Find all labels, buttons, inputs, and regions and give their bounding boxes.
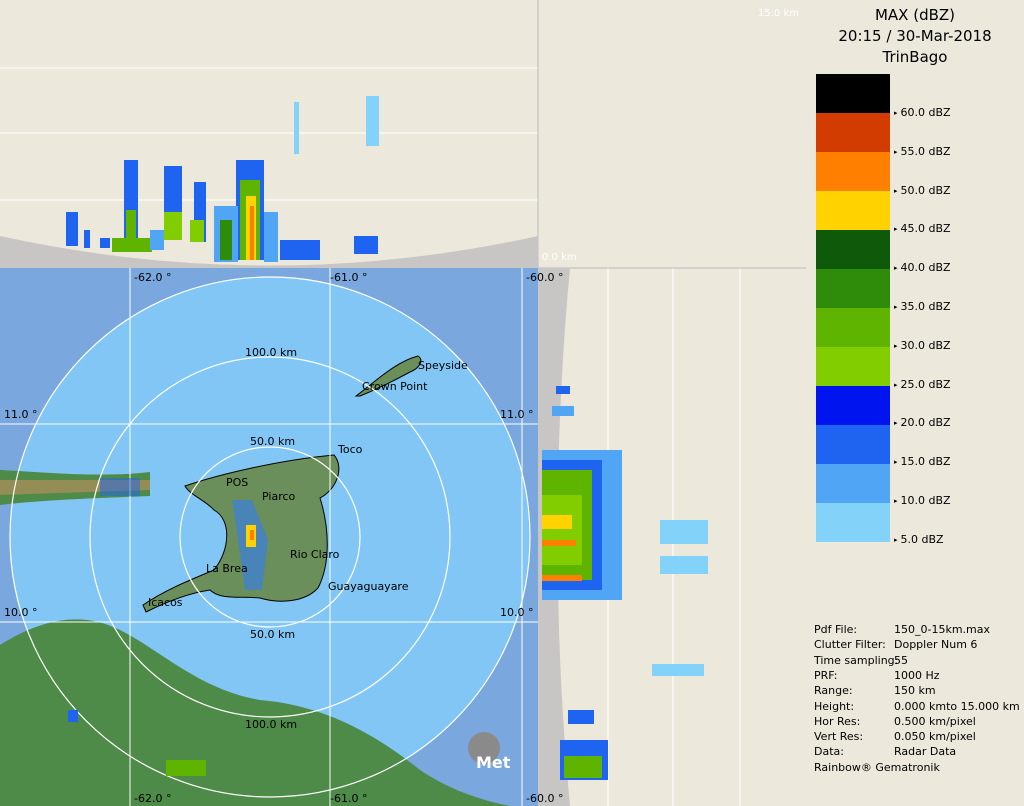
info-row: Clutter Filter: Doppler Num 6 <box>814 638 977 651</box>
legend-swatch <box>816 269 890 308</box>
info-value: 150 km <box>894 684 936 698</box>
info-key: Height: <box>814 699 855 713</box>
info-value: Doppler Num 6 <box>894 638 978 652</box>
info-key: Data: <box>814 745 844 759</box>
info-row: Range: 150 km <box>814 684 936 697</box>
place-label: Speyside <box>418 359 468 372</box>
info-row: PRF: 1000 Hz <box>814 669 940 682</box>
info-value: 0.000 kmto 15.000 km <box>894 699 1020 713</box>
height-labels: 15.0 km 0.0 km <box>542 8 799 263</box>
info-row: Hor Res: 0.500 km/pixel <box>814 715 976 728</box>
svg-text:Met: Met <box>476 753 511 772</box>
info-row: Data: Radar Data <box>814 745 956 758</box>
info-value: Radar Data <box>894 745 957 759</box>
ring-label: 50.0 km <box>250 435 295 448</box>
legend-swatch <box>816 503 890 542</box>
legend-label: 20.0 dBZ <box>894 416 951 429</box>
place-label: Piarco <box>262 490 296 503</box>
info-key: Range: <box>814 684 853 698</box>
ring-label: 50.0 km <box>250 628 295 641</box>
info-row: Time sampling:55 <box>814 654 908 667</box>
legend-label: 50.0 dBZ <box>894 184 951 197</box>
lat-right-label: 10.0 ° <box>500 606 534 619</box>
top-cross-section <box>0 0 539 268</box>
info-key: Hor Res: <box>814 714 861 728</box>
lon-top-label: -62.0 ° <box>134 271 171 284</box>
legend-label: 55.0 dBZ <box>894 145 951 158</box>
site-name: TrinBago <box>882 48 948 66</box>
legend-label: 60.0 dBZ <box>894 106 951 119</box>
legend-label: 40.0 dBZ <box>894 261 951 274</box>
legend-label: 25.0 dBZ <box>894 378 951 391</box>
info-value: 150_0-15km.max <box>894 623 991 636</box>
legend-swatch <box>816 191 890 230</box>
place-label: La Brea <box>206 562 248 575</box>
legend-swatch <box>816 425 890 464</box>
lon-bottom-label: -60.0 ° <box>526 792 563 805</box>
info-key: Time sampling: <box>814 653 899 667</box>
info-value: 0.050 km/pixel <box>894 730 976 744</box>
info-key: Pdf File: <box>814 623 858 636</box>
legend-swatch <box>816 386 890 425</box>
legend-label: 10.0 dBZ <box>894 494 951 507</box>
place-label: Rio Claro <box>290 548 340 561</box>
legend-swatch <box>816 230 890 269</box>
legend-swatch <box>816 74 890 113</box>
legend-label: 45.0 dBZ <box>894 222 951 235</box>
lon-bottom-label: -61.0 ° <box>330 792 367 805</box>
info-key: Clutter Filter: <box>814 638 886 652</box>
place-label: POS <box>226 476 248 489</box>
info-row: Pdf File: 150_0-15km.max <box>814 623 990 636</box>
place-label: Icacos <box>148 596 183 609</box>
right-cross-section <box>538 267 806 806</box>
legend-swatch <box>816 113 890 152</box>
info-key: PRF: <box>814 668 838 682</box>
lon-top-label: -61.0 ° <box>330 271 367 284</box>
info-value: 1000 Hz <box>894 668 940 682</box>
legend-label: 35.0 dBZ <box>894 300 951 313</box>
place-label: Toco <box>337 443 363 456</box>
legend-swatch <box>816 308 890 347</box>
ring-label: 100.0 km <box>245 346 297 359</box>
place-label: Crown Point <box>362 380 428 393</box>
legend-swatch <box>816 152 890 191</box>
product-title: MAX (dBZ) <box>874 6 956 24</box>
info-row: Height: 0.000 kmto 15.000 km <box>814 700 1020 713</box>
lon-bottom-label: -62.0 ° <box>134 792 171 805</box>
footer-credit: Rainbow® Gematronik <box>814 761 940 774</box>
legend-label: 5.0 dBZ <box>894 533 944 546</box>
legend-label: 15.0 dBZ <box>894 455 951 468</box>
height-top-label: 15.0 km <box>758 8 799 19</box>
info-key: Vert Res: <box>814 730 864 744</box>
scan-datetime: 20:15 / 30-Mar-2018 <box>838 27 992 45</box>
legend-swatch <box>816 347 890 386</box>
lat-left-label: 11.0 ° <box>4 408 38 421</box>
height-bottom-label: 0.0 km <box>542 252 577 263</box>
ring-label: 100.0 km <box>245 718 297 731</box>
lon-top-label: -60.0 ° <box>526 271 563 284</box>
lat-left-label: 10.0 ° <box>4 606 38 619</box>
legend-swatch <box>816 464 890 503</box>
legend-panel: MAX (dBZ) 20:15 / 30-Mar-2018 TrinBago 6… <box>806 0 1024 806</box>
info-row: Vert Res: 0.050 km/pixel <box>814 730 976 743</box>
lat-right-label: 11.0 ° <box>500 408 534 421</box>
place-label: Guayaguayare <box>328 580 409 593</box>
info-value: 0.500 km/pixel <box>894 714 976 728</box>
legend-label: 30.0 dBZ <box>894 339 951 352</box>
info-value: 55 <box>894 653 908 667</box>
